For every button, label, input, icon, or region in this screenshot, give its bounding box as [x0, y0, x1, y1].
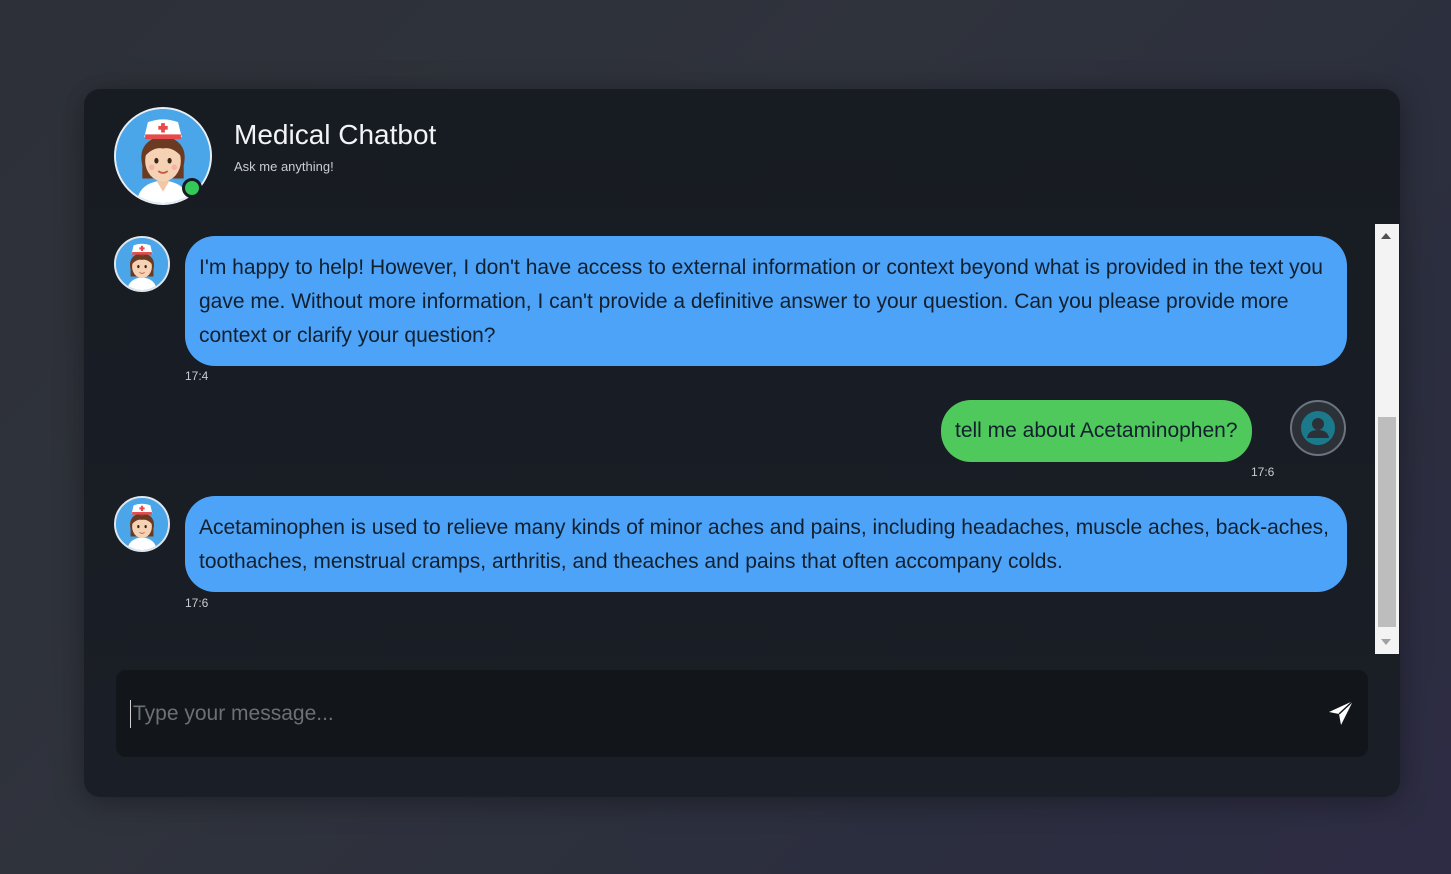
bot-message-bubble: I'm happy to help! However, I don't have… [185, 236, 1347, 366]
page-subtitle: Ask me anything! [234, 159, 334, 174]
user-message-bubble: tell me about Acetaminophen? [941, 400, 1252, 462]
message-scrollbar[interactable] [1375, 224, 1399, 654]
send-button[interactable] [1326, 698, 1356, 728]
bot-avatar-icon [114, 236, 170, 292]
scroll-down-arrow-icon[interactable] [1381, 639, 1391, 645]
text-caret [130, 700, 131, 728]
message-time: 17:6 [185, 596, 209, 610]
message-list[interactable]: I'm happy to help! However, I don't have… [84, 224, 1400, 654]
online-status-dot [182, 178, 202, 198]
chat-header: Medical Chatbot Ask me anything! [114, 107, 714, 207]
chat-window: Medical Chatbot Ask me anything! I'm hap… [84, 89, 1400, 797]
bot-message-bubble: Acetaminophen is used to relieve many ki… [185, 496, 1347, 592]
bot-avatar-icon [114, 496, 170, 552]
message-composer [116, 670, 1368, 757]
paper-plane-icon [1329, 700, 1354, 725]
user-avatar-icon [1290, 400, 1346, 456]
scroll-up-arrow-icon[interactable] [1381, 233, 1391, 239]
message-time: 17:4 [185, 369, 209, 383]
message-time: 17:6 [1251, 465, 1275, 479]
scrollbar-thumb[interactable] [1378, 417, 1396, 627]
message-input[interactable] [131, 692, 1285, 736]
page-title: Medical Chatbot [234, 119, 437, 150]
